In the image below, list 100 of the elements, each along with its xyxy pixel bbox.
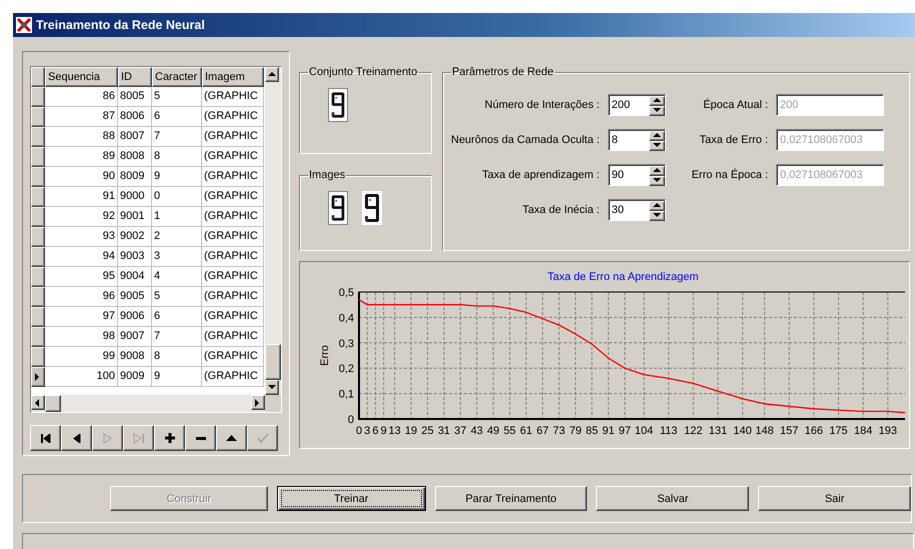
table-cell: 7 <box>152 127 202 147</box>
table-cell: 5 <box>152 87 202 107</box>
table-cell: 88 <box>45 127 118 147</box>
spin-up-button[interactable] <box>648 166 665 176</box>
table-cell: 9005 <box>118 287 152 307</box>
scroll-thumb[interactable] <box>265 344 281 380</box>
spin-down-button[interactable] <box>648 211 665 221</box>
row-indicator[interactable] <box>31 307 45 327</box>
column-header[interactable]: Caracter <box>152 67 202 87</box>
table-cell: 9006 <box>118 307 152 327</box>
scroll-down-button[interactable] <box>265 380 279 395</box>
column-header[interactable]: ID <box>118 67 152 87</box>
column-header[interactable]: Sequencia <box>45 67 118 87</box>
last-record-icon <box>132 432 144 444</box>
scroll-thumb[interactable] <box>45 395 61 412</box>
x-tick-label: 193 <box>878 425 897 437</box>
down-arrow-icon <box>652 177 661 185</box>
row-indicator[interactable] <box>31 147 45 167</box>
table-cell: 8007 <box>118 127 152 147</box>
table-cell: 7 <box>152 327 202 347</box>
row-indicator[interactable] <box>31 227 45 247</box>
table-cell: 3 <box>152 247 202 267</box>
row-indicator[interactable] <box>31 87 45 107</box>
table-cell: 9004 <box>118 267 152 287</box>
action-button[interactable]: Salvar <box>596 486 750 511</box>
plus-icon <box>164 433 174 443</box>
navigator-button[interactable] <box>216 425 247 451</box>
field-label: Taxa de aprendizagem : <box>482 169 600 181</box>
table-cell: 90 <box>45 167 118 187</box>
x-tick-label: 31 <box>438 425 450 437</box>
table-cell: (GRAPHIC <box>202 307 264 327</box>
x-tick-label: 104 <box>634 425 654 437</box>
row-indicator[interactable] <box>31 167 45 187</box>
x-tick-label: 131 <box>708 425 728 437</box>
table-cell: (GRAPHIC <box>202 267 264 287</box>
action-button[interactable]: Parar Treinamento <box>434 486 588 511</box>
x-tick-label: 140 <box>733 425 752 437</box>
spin-up-button[interactable] <box>648 131 665 141</box>
scroll-right-button[interactable] <box>251 395 265 410</box>
table-cell: 9002 <box>118 227 152 247</box>
row-indicator[interactable] <box>31 107 45 127</box>
spin-up-button[interactable] <box>648 96 665 106</box>
spin-field[interactable]: 8 <box>608 129 666 151</box>
table-cell: 6 <box>152 107 202 127</box>
table-cell: (GRAPHIC <box>202 107 264 127</box>
x-tick-label: 9 <box>380 425 387 437</box>
field-label: Erro na Época : <box>692 169 768 181</box>
app-icon <box>16 17 32 33</box>
spin-down-button[interactable] <box>648 141 665 151</box>
table-cell: 87 <box>45 107 118 127</box>
x-tick-label: 43 <box>470 425 483 437</box>
spin-down-button[interactable] <box>648 106 665 116</box>
row-indicator[interactable] <box>31 247 45 267</box>
table-cell: 8006 <box>118 107 152 127</box>
x-tick-label: 122 <box>684 425 702 437</box>
table-cell: 0 <box>152 187 202 207</box>
table-cell: (GRAPHIC <box>202 167 264 187</box>
navigator-button[interactable] <box>185 425 216 451</box>
x-tick-label: 175 <box>829 425 848 437</box>
spin-field[interactable]: 200 <box>608 94 666 116</box>
first-record-icon <box>40 434 50 442</box>
spin-field[interactable]: 30 <box>608 199 666 221</box>
table-cell: 8009 <box>118 167 152 187</box>
group-title: Conjunto Treinamento <box>308 66 418 78</box>
navigator-button[interactable] <box>30 425 61 451</box>
x-tick-label: 55 <box>504 425 516 437</box>
scroll-up-button[interactable] <box>265 67 279 82</box>
action-button[interactable]: Sair <box>758 486 911 511</box>
action-button[interactable]: Treinar <box>276 486 426 511</box>
row-indicator[interactable] <box>31 127 45 147</box>
x-tick-label: 67 <box>536 425 549 437</box>
table-cell: 98 <box>45 327 118 347</box>
spin-field[interactable]: 90 <box>608 164 666 186</box>
row-indicator[interactable] <box>31 187 45 207</box>
table-cell: (GRAPHIC <box>202 127 264 147</box>
table-cell: 9000 <box>118 187 152 207</box>
up-arrow-icon <box>652 202 661 210</box>
spin-up-button[interactable] <box>648 201 665 211</box>
spin-down-button[interactable] <box>648 176 665 186</box>
row-indicator[interactable] <box>31 347 45 367</box>
row-indicator[interactable] <box>31 267 45 287</box>
table-cell: 92 <box>45 207 118 227</box>
row-indicator[interactable] <box>31 287 45 307</box>
row-indicator[interactable] <box>31 207 45 227</box>
navigator-button[interactable] <box>61 425 92 451</box>
scroll-left-button[interactable] <box>31 395 45 410</box>
up-arrow-icon <box>652 167 661 175</box>
left-arrow-icon <box>34 398 42 406</box>
table-cell: 97 <box>45 307 118 327</box>
column-header[interactable]: Imagem <box>202 67 264 87</box>
row-indicator[interactable] <box>31 367 45 387</box>
table-cell: 5 <box>152 287 202 307</box>
row-indicator[interactable] <box>31 327 45 347</box>
check-icon <box>256 433 268 443</box>
table-cell: (GRAPHIC <box>202 347 264 367</box>
navigator-button[interactable] <box>154 425 185 451</box>
table-cell: 89 <box>45 147 118 167</box>
down-arrow-icon <box>652 142 661 150</box>
data-grid[interactable] <box>30 66 282 413</box>
table-cell: 4 <box>152 267 202 287</box>
